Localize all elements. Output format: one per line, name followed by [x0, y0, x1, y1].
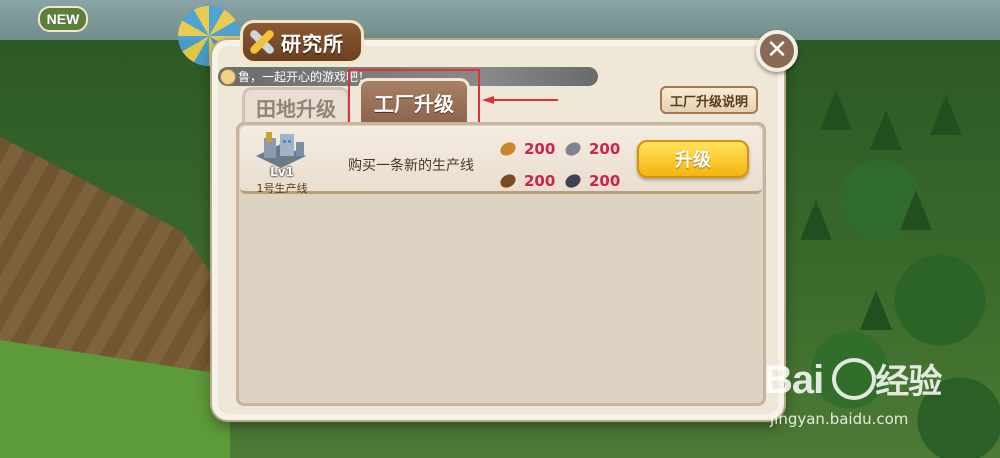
- cost-value: 200: [589, 172, 621, 190]
- tree: [820, 90, 852, 130]
- tree: [860, 290, 892, 330]
- cost-item: 200: [563, 171, 621, 191]
- paw-logo-icon: [832, 358, 876, 400]
- cost-item: 200: [498, 139, 556, 159]
- wood-plank-icon: [498, 139, 518, 159]
- close-icon: ✕: [766, 35, 788, 65]
- tree: [870, 110, 902, 150]
- cost-value: 200: [524, 140, 556, 158]
- cost-item: 200: [498, 171, 556, 191]
- dialog-title: 研究所: [281, 31, 344, 56]
- tree: [930, 95, 962, 135]
- tree: [800, 200, 832, 240]
- tab-land-upgrade[interactable]: 田地升级: [242, 87, 350, 125]
- upgrade-button[interactable]: 升级: [637, 140, 749, 178]
- iron-icon: [563, 171, 583, 191]
- dialog-title-banner: 研究所: [240, 20, 364, 64]
- cost-item: 200: [563, 139, 621, 159]
- level-label: Lv1: [270, 165, 294, 179]
- cost-value: 200: [589, 140, 621, 158]
- watermark-url: jingyan.baidu.com: [770, 410, 909, 428]
- row-description: 购买一条新的生产线: [348, 158, 474, 174]
- tab-factory-upgrade[interactable]: 工厂升级: [358, 78, 470, 124]
- close-button[interactable]: ✕: [756, 30, 798, 72]
- factory-upgrade-help-button[interactable]: 工厂升级说明: [660, 86, 758, 114]
- stone-icon: [563, 139, 583, 159]
- production-line-name: 1号生产线: [256, 182, 308, 195]
- cost-value: 200: [524, 172, 556, 190]
- avatar-icon: [220, 68, 236, 85]
- marquee-text: 鲁，一起开心的游戏吧！: [238, 70, 371, 84]
- annotation-arrow-icon: [482, 96, 558, 104]
- brick-icon: [498, 171, 518, 191]
- tree: [900, 190, 932, 230]
- factory-icon: [256, 132, 306, 168]
- wrench-screwdriver-icon: [241, 22, 281, 62]
- baidu-jingyan-watermark: Bai 经验 jingyan.baidu.com: [764, 354, 996, 434]
- new-badge[interactable]: NEW: [38, 6, 88, 32]
